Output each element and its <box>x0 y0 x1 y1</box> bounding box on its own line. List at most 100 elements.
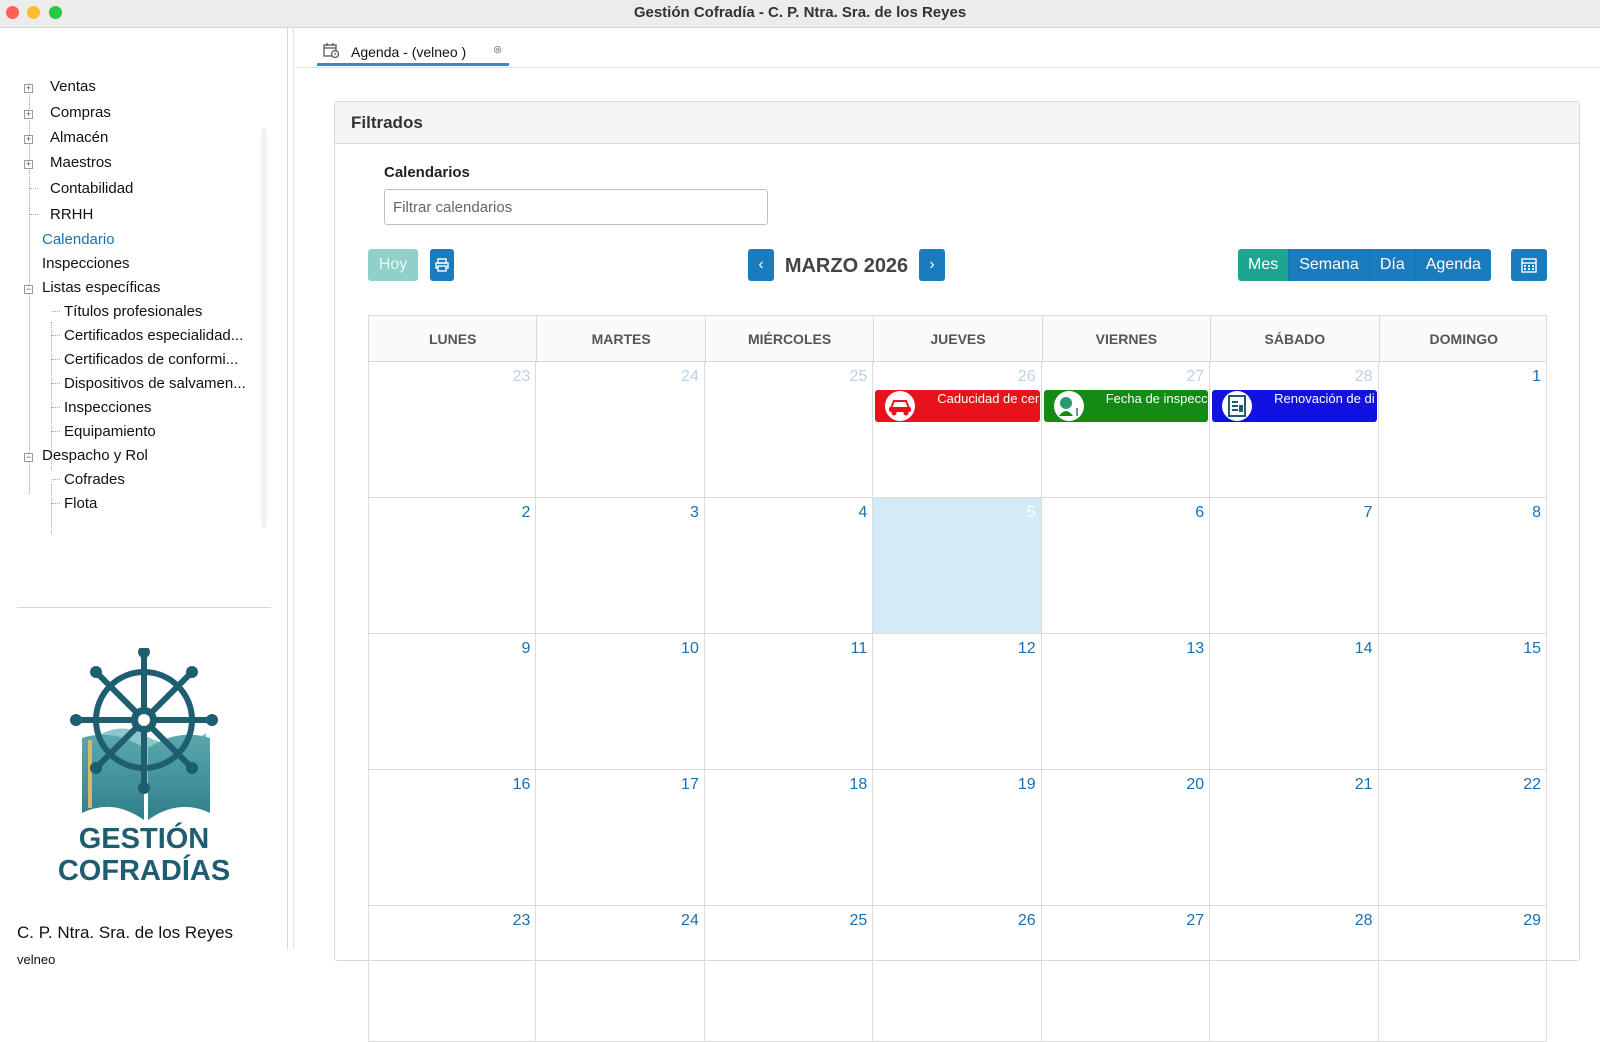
calendar-event[interactable]: Renovación de di <box>1212 390 1377 422</box>
view-month-button[interactable]: Mes <box>1238 249 1290 281</box>
day-cell[interactable]: 26 <box>873 906 1042 1042</box>
day-cell[interactable]: 18 <box>704 770 874 906</box>
day-cell[interactable]: 21 <box>1210 770 1379 906</box>
day-cell[interactable]: 17 <box>536 770 705 906</box>
view-week-button[interactable]: Semana <box>1289 249 1370 281</box>
day-cell[interactable]: 22 <box>1378 770 1547 906</box>
day-cell[interactable]: 27 <box>1041 362 1211 498</box>
day-cell[interactable]: 20 <box>1041 770 1211 906</box>
sidebar-item-dispositivos-salvamento[interactable]: Dispositivos de salvamen... <box>64 375 246 392</box>
day-cell[interactable]: 28 <box>1210 906 1379 1042</box>
day-number[interactable]: 25 <box>849 912 867 930</box>
day-cell[interactable]: 24 <box>536 906 705 1042</box>
sidebar-item-equipamiento[interactable]: Equipamiento <box>64 423 156 440</box>
sidebar-item-almacen[interactable]: Almacén <box>50 129 108 146</box>
day-number[interactable]: 6 <box>1195 504 1204 522</box>
splitter[interactable] <box>293 28 294 949</box>
day-cell[interactable]: 10 <box>536 634 705 770</box>
sidebar-item-maestros[interactable]: Maestros <box>50 154 112 171</box>
calendar-event[interactable]: Caducidad de cer <box>875 390 1040 422</box>
day-number[interactable]: 16 <box>513 776 531 794</box>
day-number[interactable]: 18 <box>849 776 867 794</box>
day-number[interactable]: 21 <box>1355 776 1373 794</box>
day-cell[interactable]: 9 <box>368 634 537 770</box>
day-cell[interactable]: 2 <box>368 498 537 634</box>
day-number[interactable]: 19 <box>1018 776 1036 794</box>
sidebar-item-certificados-especialidad[interactable]: Certificados especialidad... <box>64 327 243 344</box>
day-number[interactable]: 25 <box>849 368 867 386</box>
tab-agenda[interactable]: Agenda - (velneo ) ⊗ <box>317 40 509 66</box>
date-picker-button[interactable] <box>1511 249 1547 281</box>
day-number[interactable]: 9 <box>522 640 531 658</box>
day-cell[interactable]: 29 <box>1378 906 1547 1042</box>
day-number[interactable]: 4 <box>858 504 867 522</box>
expand-icon[interactable]: + <box>24 84 33 93</box>
calendar-event[interactable]: Fecha de inspecc <box>1043 390 1209 422</box>
day-cell[interactable]: 25 <box>704 362 874 498</box>
sidebar-item-certificados-conformidad[interactable]: Certificados de conformi... <box>64 351 238 368</box>
day-number[interactable]: 17 <box>681 776 699 794</box>
day-cell[interactable]: 5 <box>873 498 1042 634</box>
sidebar-item-contabilidad[interactable]: Contabilidad <box>50 180 133 197</box>
day-number[interactable]: 24 <box>681 912 699 930</box>
sidebar-item-despacho-rol[interactable]: Despacho y Rol <box>42 447 148 464</box>
today-button[interactable]: Hoy <box>368 249 418 281</box>
day-number[interactable]: 23 <box>513 912 531 930</box>
day-number[interactable]: 14 <box>1355 640 1373 658</box>
day-number[interactable]: 28 <box>1355 912 1373 930</box>
sidebar-item-cofrades[interactable]: Cofrades <box>64 471 125 488</box>
day-cell[interactable]: 4 <box>704 498 874 634</box>
day-cell[interactable]: 16 <box>368 770 537 906</box>
day-number[interactable]: 8 <box>1532 504 1541 522</box>
sidebar-item-flota[interactable]: Flota <box>64 495 97 512</box>
day-cell[interactable]: 27 <box>1041 906 1211 1042</box>
day-cell[interactable]: 11 <box>704 634 874 770</box>
day-number[interactable]: 26 <box>1018 368 1036 386</box>
day-cell[interactable]: 12 <box>873 634 1042 770</box>
day-cell[interactable]: 13 <box>1041 634 1211 770</box>
day-cell[interactable]: 23 <box>368 362 537 498</box>
expand-icon[interactable]: + <box>24 135 33 144</box>
sidebar-item-inspecciones-lista[interactable]: Inspecciones <box>64 399 152 416</box>
day-number[interactable]: 2 <box>522 504 531 522</box>
day-number[interactable]: 27 <box>1186 912 1204 930</box>
day-cell[interactable]: 3 <box>536 498 705 634</box>
day-number[interactable]: 22 <box>1523 776 1541 794</box>
close-tab-icon[interactable]: ⊗ <box>493 43 502 56</box>
day-number[interactable]: 12 <box>1018 640 1036 658</box>
expand-icon[interactable]: + <box>24 160 33 169</box>
day-cell[interactable]: 15 <box>1378 634 1547 770</box>
view-agenda-button[interactable]: Agenda <box>1415 249 1491 281</box>
collapse-icon[interactable]: − <box>24 453 33 462</box>
day-number[interactable]: 7 <box>1364 504 1373 522</box>
day-cell[interactable]: 19 <box>873 770 1042 906</box>
day-number[interactable]: 10 <box>681 640 699 658</box>
day-number[interactable]: 24 <box>681 368 699 386</box>
day-cell[interactable]: 7 <box>1210 498 1379 634</box>
day-number[interactable]: 29 <box>1523 912 1541 930</box>
next-month-button[interactable]: › <box>919 249 945 281</box>
day-cell[interactable]: 24 <box>536 362 705 498</box>
day-number[interactable]: 11 <box>851 640 868 658</box>
day-number[interactable]: 26 <box>1018 912 1036 930</box>
day-number[interactable]: 5 <box>1027 504 1036 522</box>
day-cell[interactable]: 26 <box>873 362 1042 498</box>
day-number[interactable]: 3 <box>690 504 699 522</box>
sidebar-item-ventas[interactable]: Ventas <box>50 78 96 95</box>
expand-icon[interactable]: + <box>24 110 33 119</box>
tree-scrollbar[interactable] <box>261 128 267 528</box>
view-day-button[interactable]: Día <box>1369 249 1416 281</box>
day-cell[interactable]: 14 <box>1210 634 1379 770</box>
day-number[interactable]: 20 <box>1186 776 1204 794</box>
day-number[interactable]: 28 <box>1355 368 1373 386</box>
print-button[interactable] <box>430 249 454 281</box>
day-cell[interactable]: 25 <box>704 906 874 1042</box>
previous-month-button[interactable]: ‹ <box>748 249 774 281</box>
day-cell[interactable]: 1 <box>1378 362 1547 498</box>
sidebar-item-rrhh[interactable]: RRHH <box>50 206 93 223</box>
day-cell[interactable]: 6 <box>1041 498 1211 634</box>
day-number[interactable]: 23 <box>513 368 531 386</box>
collapse-icon[interactable]: − <box>24 285 33 294</box>
sidebar-item-compras[interactable]: Compras <box>50 104 111 121</box>
calendar-filter-input[interactable] <box>384 189 768 225</box>
